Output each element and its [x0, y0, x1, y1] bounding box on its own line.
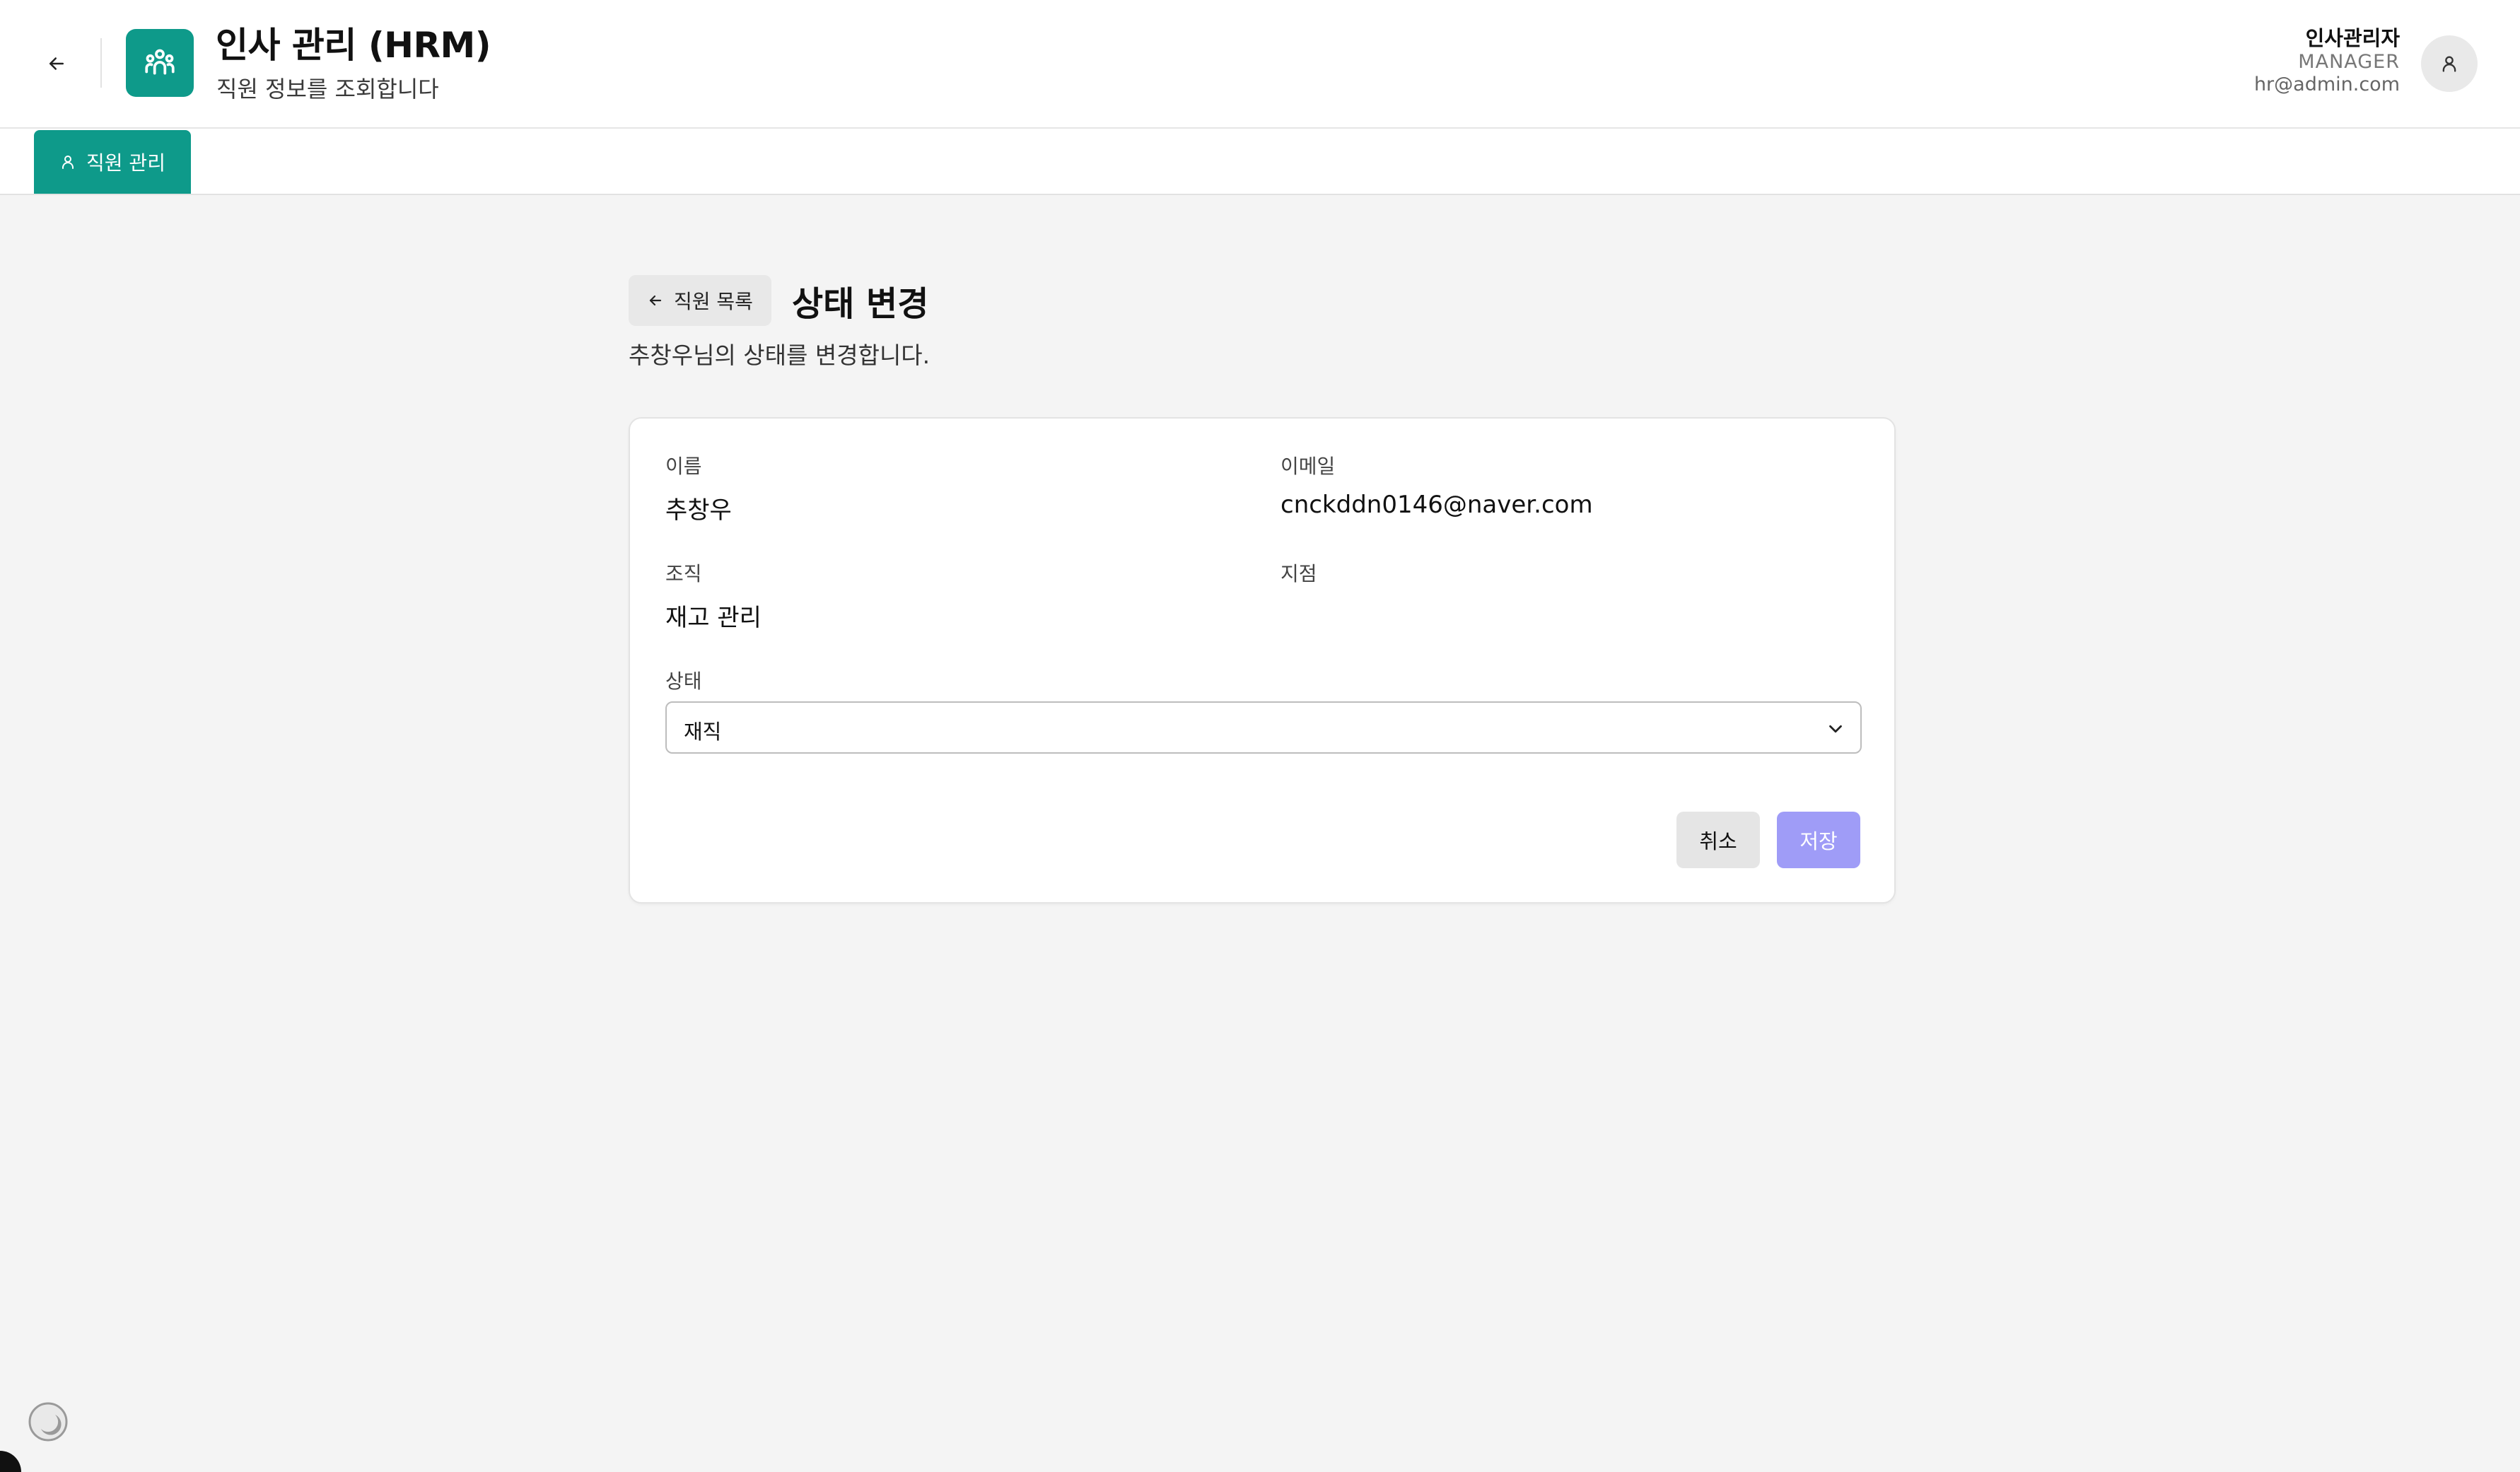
user-role: MANAGER — [2298, 51, 2400, 73]
org-label: 조직 — [665, 562, 702, 585]
tab-label: 직원 관리 — [86, 151, 165, 175]
org-value: 재고 관리 — [665, 604, 762, 632]
moon-icon — [28, 1402, 68, 1442]
save-button[interactable]: 저장 — [1777, 812, 1860, 868]
theme-toggle-button[interactable] — [27, 1401, 69, 1443]
avatar[interactable] — [2421, 35, 2478, 92]
back-to-list-label: 직원 목록 — [674, 290, 753, 313]
status-label: 상태 — [665, 670, 702, 693]
name-label: 이름 — [665, 455, 702, 478]
branch-label: 지점 — [1281, 562, 1317, 585]
back-button[interactable] — [40, 47, 74, 81]
tab-bar: 직원 관리 — [0, 129, 2520, 195]
status-change-card: 이름 추창우 이메일 cnckddn0146@naver.com 조직 재고 관… — [629, 417, 1896, 904]
arrow-left-icon — [649, 295, 662, 306]
header-divider — [100, 38, 102, 88]
chevron-down-icon — [1829, 725, 1842, 733]
user-icon — [62, 156, 74, 169]
user-info: 인사관리자 MANAGER hr@admin.com — [2254, 25, 2400, 96]
email-value: cnckddn0146@naver.com — [1281, 491, 1593, 519]
app-subtitle: 직원 정보를 조회합니다 — [216, 76, 439, 103]
user-email: hr@admin.com — [2253, 74, 2400, 95]
page-description: 추창우님의 상태를 변경합니다. — [629, 341, 931, 369]
tab-employee-management[interactable]: 직원 관리 — [34, 130, 191, 194]
status-select[interactable]: 재직 — [665, 701, 1862, 754]
user-name: 인사관리자 — [2305, 26, 2400, 50]
status-select-value: 재직 — [684, 720, 722, 744]
app-title: 인사 관리 (HRM) — [216, 25, 491, 66]
email-label: 이메일 — [1281, 455, 1336, 478]
arrow-left-icon — [49, 57, 64, 70]
name-value: 추창우 — [665, 496, 732, 525]
top-bar: 인사 관리 (HRM) 직원 정보를 조회합니다 인사관리자 MANAGER h… — [0, 0, 2520, 129]
back-to-list-button[interactable]: 직원 목록 — [629, 275, 771, 326]
app-logo — [126, 29, 194, 97]
page-title: 상태 변경 — [792, 284, 929, 324]
cancel-button[interactable]: 취소 — [1676, 812, 1760, 868]
user-icon — [2442, 56, 2456, 72]
window-corner — [0, 1451, 21, 1472]
people-group-icon — [145, 49, 175, 75]
